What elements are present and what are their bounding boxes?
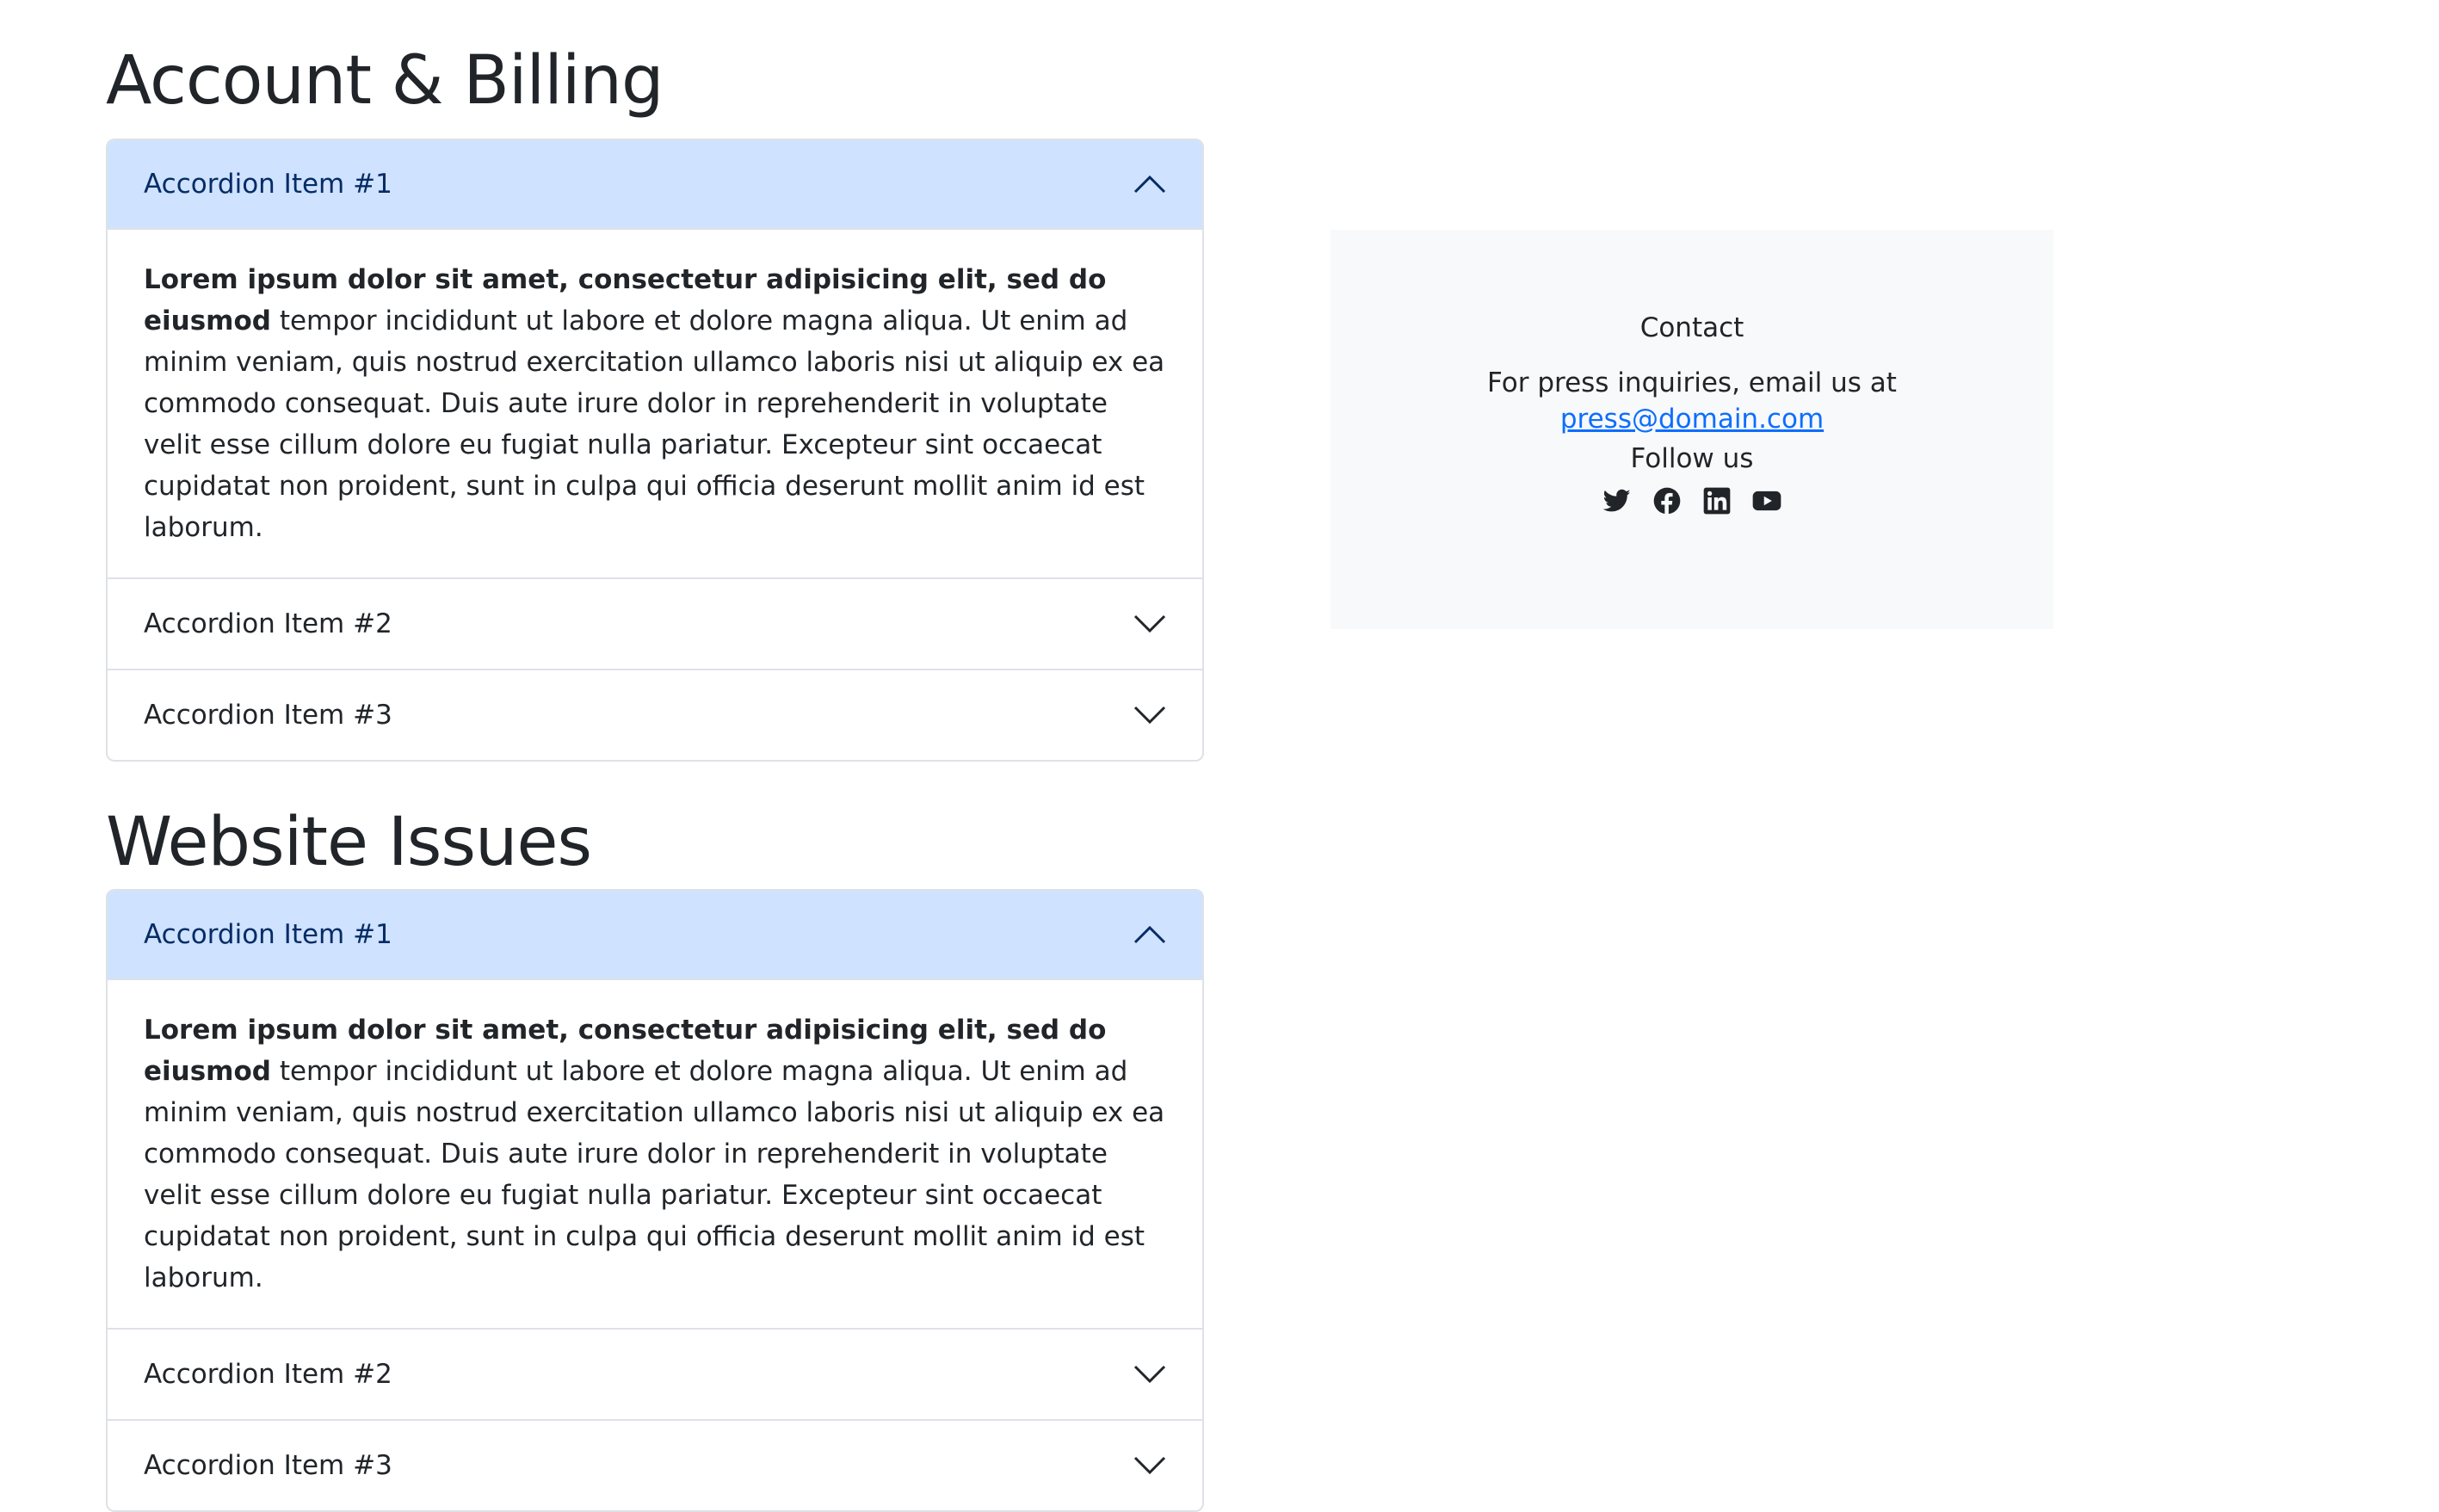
twitter-icon[interactable] [1602, 486, 1632, 515]
faq-column: Account & Billing Accordion Item #1 Lore… [106, 0, 1204, 1512]
accordion-header-button[interactable]: Accordion Item #2 [108, 579, 1202, 669]
linkedin-icon[interactable] [1702, 486, 1732, 515]
social-links [1331, 486, 2053, 515]
accordion-body: Lorem ipsum dolor sit amet, consectetur … [108, 980, 1202, 1328]
accordion-header-label: Accordion Item #3 [144, 700, 392, 731]
chevron-up-icon [1133, 168, 1166, 201]
accordion-header-button[interactable]: Accordion Item #1 [108, 891, 1202, 980]
accordion-header-label: Accordion Item #2 [144, 1359, 392, 1390]
youtube-icon[interactable] [1752, 486, 1781, 515]
contact-text: For press inquiries, email us at [1487, 367, 1897, 398]
accordion-item: Accordion Item #2 [108, 577, 1202, 669]
facebook-icon[interactable] [1652, 486, 1682, 515]
chevron-down-icon [1133, 608, 1166, 640]
accordion-header-button[interactable]: Accordion Item #1 [108, 140, 1202, 230]
chevron-down-icon [1133, 699, 1166, 731]
chevron-down-icon [1133, 1358, 1166, 1391]
accordion-website-issues: Accordion Item #1 Lorem ipsum dolor sit … [106, 889, 1204, 1512]
accordion-header-button[interactable]: Accordion Item #3 [108, 1421, 1202, 1510]
accordion-item: Accordion Item #1 Lorem ipsum dolor sit … [108, 140, 1202, 577]
accordion-header-label: Accordion Item #3 [144, 1450, 392, 1481]
accordion-body: Lorem ipsum dolor sit amet, consectetur … [108, 230, 1202, 577]
accordion-header-label: Accordion Item #1 [144, 169, 392, 200]
accordion-item: Accordion Item #3 [108, 1419, 1202, 1510]
follow-us-title: Follow us [1630, 443, 1754, 474]
accordion-body-text: tempor incididunt ut labore et dolore ma… [144, 1056, 1165, 1293]
accordion-body-text: tempor incididunt ut labore et dolore ma… [144, 305, 1165, 543]
contact-card: Contact For press inquiries, email us at… [1331, 230, 2053, 629]
accordion-item: Accordion Item #3 [108, 669, 1202, 760]
contact-email-link[interactable]: press@domain.com [1560, 404, 1824, 435]
accordion-header-label: Accordion Item #2 [144, 608, 392, 639]
chevron-down-icon [1133, 1449, 1166, 1482]
accordion-header-label: Accordion Item #1 [144, 919, 392, 950]
accordion-item: Accordion Item #2 [108, 1328, 1202, 1419]
page: Account & Billing Accordion Item #1 Lore… [0, 0, 2439, 1512]
accordion-account-billing: Accordion Item #1 Lorem ipsum dolor sit … [106, 139, 1204, 762]
accordion-header-button[interactable]: Accordion Item #3 [108, 670, 1202, 760]
section-title-website-issues: Website Issues [106, 804, 592, 881]
contact-title: Contact [1639, 312, 1744, 343]
accordion-item: Accordion Item #1 Lorem ipsum dolor sit … [108, 891, 1202, 1328]
chevron-up-icon [1133, 918, 1166, 951]
section-title-account-billing: Account & Billing [106, 42, 664, 120]
accordion-header-button[interactable]: Accordion Item #2 [108, 1330, 1202, 1419]
